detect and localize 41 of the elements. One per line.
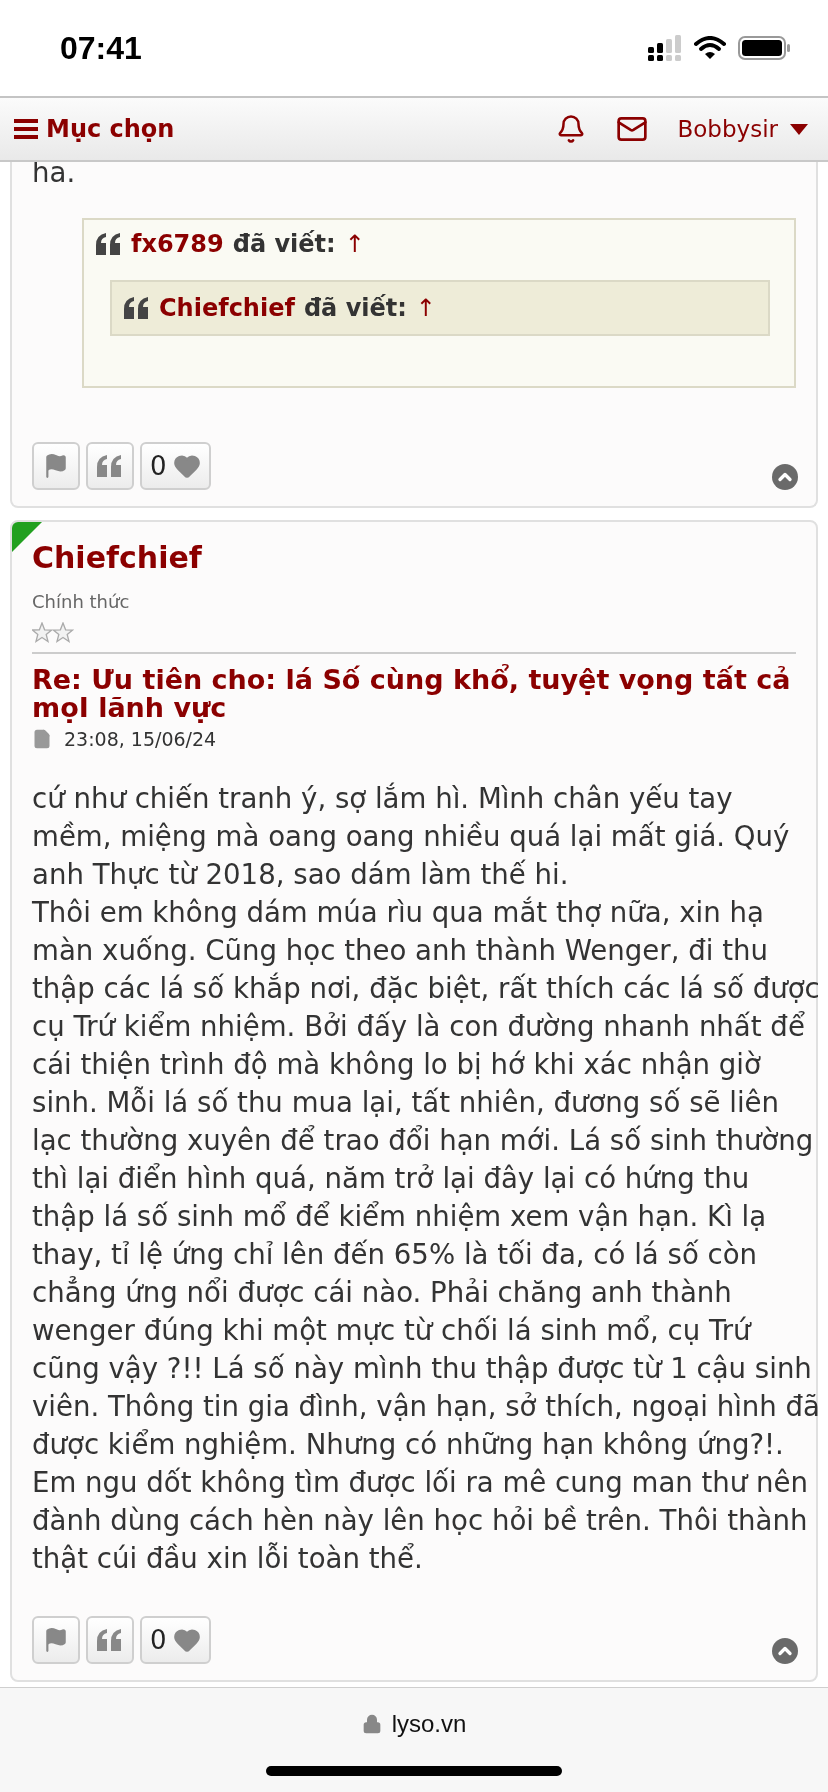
post-date: 23:08, 15/06/24: [64, 728, 217, 750]
menu-icon: [14, 118, 38, 140]
quote-author-link[interactable]: fx6789: [131, 230, 224, 258]
wifi-icon: [694, 36, 726, 60]
battery-icon: [738, 36, 790, 60]
quote-button[interactable]: [86, 1616, 134, 1664]
scroll-top-button[interactable]: [772, 1638, 798, 1664]
post-text: cứ như chiến tranh ý, sợ lắm hì. Mình chân yếu tay mềm, miệng mà oang oang nhiều quá lại mất giá. Quý anh Thực từ 2018, sao dám làm thế hi.: [32, 781, 791, 893]
caret-icon: [790, 123, 808, 135]
flag-icon: [43, 1627, 69, 1653]
flag-icon: [43, 453, 69, 479]
menu-button[interactable]: Mục chọn: [14, 115, 175, 143]
signal-icon: [648, 35, 682, 61]
url-text[interactable]: lyso.vn: [391, 1710, 467, 1738]
like-button[interactable]: 0: [140, 442, 211, 490]
quote-icon: [96, 233, 122, 255]
user-rank: Chính thức: [32, 591, 131, 612]
report-button[interactable]: [32, 442, 80, 490]
heart-icon: [172, 452, 201, 480]
post-title-link[interactable]: Re: Ưu tiên cho: lá Số cùng khổ, tuyệt vọng tất cả mọI lãnh vực: [32, 666, 796, 722]
quote-label: đã viết:: [303, 294, 407, 322]
post-icon: [32, 729, 52, 749]
quote-button[interactable]: [86, 442, 134, 490]
status-time: 07:41: [60, 29, 142, 67]
rank-stars-icon: [32, 622, 74, 644]
post-text: Thôi em không dám múa rìu qua mắt thợ nữa, xin hạ màn xuống. Cũng học theo anh thành Wenger, đi thu thập các lá số khắp nơi, đặc biệt, rất thích các lá số được cụ Trứ kiểm nhiệm. Bởi đấy là con đường nhanh nhất để cái thiện trình độ mà không lo bị hớ khi xác nhận giờ sinh. Mỗi lá số thu mua lại, tất nhiên, đương số sẽ liên lạc thường xuyên để trao đổi hạn mới. Lá số sinh thường thì lại điển hình quá, năm trở lại đây lại có hứng thu thập lá số sinh mổ để kiểm nhiệm xem vận hạn. Kì lạ thay, tỉ lệ ứng chỉ lên đến 65% là tối đa, có lá số còn chẳng ứng nổi được cái nào. Phải chăng anh thành wenger đúng khi một mực từ chối lá sinh mổ, cụ Trứ cũng vậy ?!! Lá số này mình thu thập được từ 1 cậu sinh viên. Thông tin gia đình, vận hạn, sở thích, ngoại hình đã được kiểm nghiệm. Nhưng có những hạn không ứng?!. Em ngu dốt không tìm được lối ra mê cung man thư nên đành dùng cách hèn này lên học hỏi bề trên. Thôi thành thật cúi đầu xin lỗi toàn thể.: [32, 895, 820, 1577]
heart-icon: [172, 1626, 201, 1654]
lock-icon: [361, 1714, 382, 1734]
jump-to-post-link[interactable]: ↑: [415, 294, 436, 322]
quote-author-link[interactable]: Chiefchief: [159, 294, 295, 322]
quote-icon: [97, 455, 123, 477]
quote-label: đã viết:: [232, 230, 336, 258]
scroll-top-button[interactable]: [772, 464, 798, 490]
quote-icon: [97, 1629, 123, 1651]
jump-to-post-link[interactable]: ↑: [344, 230, 365, 258]
report-button[interactable]: [32, 1616, 80, 1664]
user-menu-button[interactable]: Bobbysir: [677, 116, 814, 142]
post-text: ha.: [32, 155, 77, 191]
username-link[interactable]: Chiefchief: [32, 540, 806, 575]
quote-icon: [124, 297, 150, 319]
like-button[interactable]: 0: [140, 1616, 211, 1664]
